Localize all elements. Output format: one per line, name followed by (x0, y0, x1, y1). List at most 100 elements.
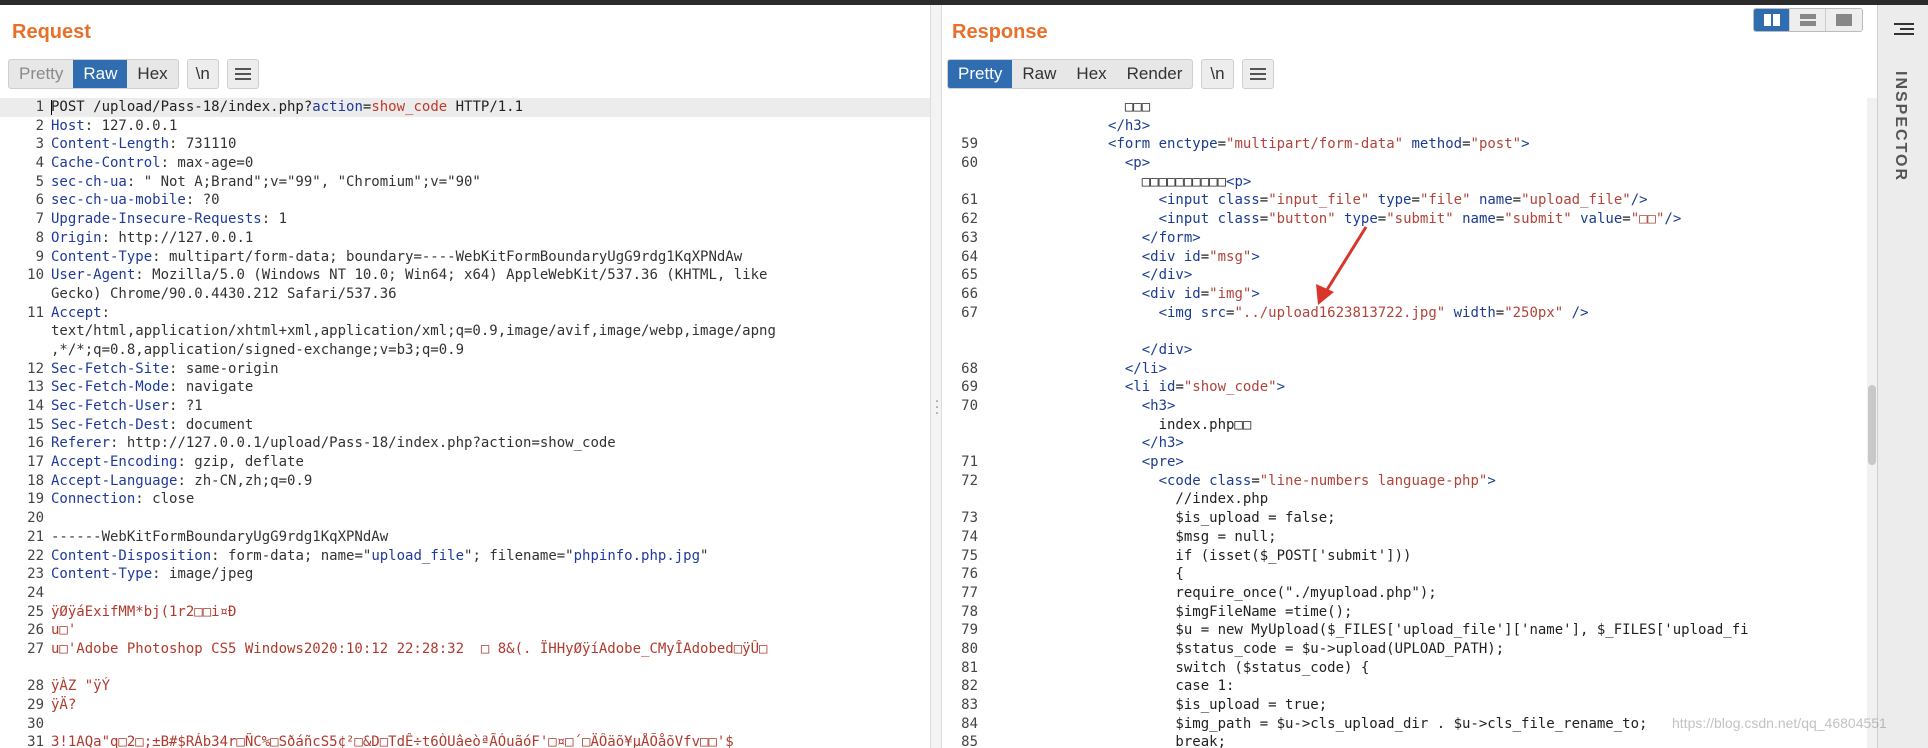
code-line[interactable]: 5 sec-ch-ua: " Not A;Brand";v="99", "Chro… (0, 173, 930, 192)
layout-split-horizontal-button[interactable] (1754, 9, 1790, 31)
code-line[interactable]: 74 $msg = null; (942, 528, 1877, 547)
code-line[interactable]: 11 Accept: (0, 304, 930, 323)
scrollbar-thumb[interactable] (1868, 385, 1876, 465)
code-line[interactable] (942, 322, 1877, 341)
tab-pretty[interactable]: Pretty (948, 60, 1013, 88)
tab-hex[interactable]: Hex (127, 60, 177, 88)
code-line[interactable]: </h3> (942, 434, 1877, 453)
code-line[interactable]: 83 $is_upload = true; (942, 696, 1877, 715)
code-line[interactable]: 9 Content-Type: multipart/form-data; boun… (0, 248, 930, 267)
response-editor[interactable]: □□□ </h3> 59 <form enctype="multipart/for… (942, 98, 1877, 748)
code-line[interactable]: 27 u□'Adobe Photoshop CS5 Windows2020:10:… (0, 640, 930, 659)
code-line[interactable]: 62 <input class="button" type="submit" n… (942, 210, 1877, 229)
code-line[interactable]: 28 ÿÀZ "ÿÝ (0, 677, 930, 696)
code-line[interactable]: 75 if (isset($_POST['submit'])) (942, 547, 1877, 566)
code-line[interactable]: 79 $u = new MyUpload($_FILES['upload_fil… (942, 621, 1877, 640)
tab-hex[interactable]: Hex (1066, 60, 1116, 88)
code-line[interactable]: 12 Sec-Fetch-Site: same-origin (0, 360, 930, 379)
code-line[interactable]: 61 <input class="input_file" type="file"… (942, 191, 1877, 210)
code-line[interactable]: 63 </form> (942, 229, 1877, 248)
code-line[interactable]: 24 (0, 584, 930, 603)
code-line[interactable]: text/html,application/xhtml+xml,applicat… (0, 322, 930, 341)
code-line[interactable]: 65 </div> (942, 266, 1877, 285)
response-scrollbar[interactable] (1867, 98, 1877, 748)
inspector-collapse-icon[interactable] (1890, 23, 1914, 41)
layout-split-vertical-button[interactable] (1790, 9, 1826, 31)
code-line[interactable]: 82 case 1: (942, 677, 1877, 696)
code-line[interactable]: 30 (0, 715, 930, 734)
pane-divider[interactable]: · · · (930, 5, 942, 748)
code-line[interactable]: 16 Referer: http://127.0.0.1/upload/Pass-… (0, 434, 930, 453)
drag-handle-icon[interactable]: · · · (934, 395, 940, 421)
line-content: <img src = "../upload1623813722.jpg" width… (990, 304, 1877, 323)
code-line[interactable]: 66 <div id="img"> (942, 285, 1877, 304)
code-line[interactable]: 67 <img src = "../upload1623813722.jpg" wi… (942, 304, 1877, 323)
line-number: 65 (961, 267, 978, 284)
code-line[interactable]: 29 ÿÄ? (0, 696, 930, 715)
layout-single-button[interactable] (1826, 9, 1862, 31)
code-token: : (101, 304, 111, 321)
code-line[interactable]: 22 Content-Disposition: form-data; name="… (0, 547, 930, 566)
code-line[interactable] (0, 659, 930, 678)
code-line[interactable]: 69 <li id="show_code"> (942, 378, 1877, 397)
line-content: </h3> (990, 117, 1877, 136)
inspector-label[interactable]: INSPECTOR (1891, 71, 1909, 182)
code-line[interactable]: 31 3!1AQa"q□2□;±B#$RÁb34r□ÑC%□SðáñcS5¢²□&… (0, 733, 930, 748)
code-line[interactable]: 59 <form enctype="multipart/form-data" m… (942, 135, 1877, 154)
code-line[interactable]: 70 <h3> (942, 397, 1877, 416)
code-line[interactable]: </div> (942, 341, 1877, 360)
newline-toggle-button[interactable]: \n (186, 59, 219, 89)
request-editor[interactable]: 1 POST /upload/Pass-18/index.php?action=s… (0, 98, 930, 748)
code-line[interactable]: 71 <pre> (942, 453, 1877, 472)
code-line[interactable]: 60 <p> (942, 154, 1877, 173)
code-line[interactable]: </h3> (942, 117, 1877, 136)
code-line[interactable]: 1 POST /upload/Pass-18/index.php?action=s… (0, 98, 930, 117)
code-line[interactable]: 2 Host: 127.0.0.1 (0, 117, 930, 136)
code-line[interactable]: 19 Connection: close (0, 490, 930, 509)
code-line[interactable]: 6 sec-ch-ua-mobile: ?0 (0, 191, 930, 210)
code-line[interactable]: 21 ------WebKitFormBoundaryUgG9rdg1KqXPNd… (0, 528, 930, 547)
line-number: 17 (27, 454, 44, 471)
code-line[interactable]: 8 Origin: http://127.0.0.1 (0, 229, 930, 248)
code-token: = (1251, 472, 1260, 489)
code-line[interactable]: 17 Accept-Encoding: gzip, deflate (0, 453, 930, 472)
code-line[interactable]: 13 Sec-Fetch-Mode: navigate (0, 378, 930, 397)
code-line[interactable]: 7 Upgrade-Insecure-Requests: 1 (0, 210, 930, 229)
code-line[interactable]: 73 $is_upload = false; (942, 509, 1877, 528)
tab-raw[interactable]: Raw (73, 60, 128, 88)
code-line[interactable]: 15 Sec-Fetch-Dest: document (0, 416, 930, 435)
code-line[interactable]: //index.php (942, 490, 1877, 509)
newline-toggle-button[interactable]: \n (1201, 59, 1234, 89)
code-token: : ?1 (169, 398, 203, 414)
code-line[interactable]: 85 break; (942, 733, 1877, 748)
code-line[interactable]: □□□ (942, 98, 1877, 117)
code-line[interactable]: 3 Content-Length: 731110 (0, 135, 930, 154)
tab-raw[interactable]: Raw (1012, 60, 1066, 88)
code-line[interactable]: 78 $imgFileName =time(); (942, 603, 1877, 622)
response-menu-button[interactable] (1241, 59, 1274, 89)
code-line[interactable]: index.php□□ (942, 416, 1877, 435)
code-line[interactable]: 72 <code class="line-numbers language-ph… (942, 472, 1877, 491)
code-line[interactable]: 76 { (942, 565, 1877, 584)
tab-render[interactable]: Render (1117, 60, 1193, 88)
code-line[interactable]: Gecko) Chrome/90.0.4430.212 Safari/537.3… (0, 285, 930, 304)
code-line[interactable]: 81 switch ($status_code) { (942, 659, 1877, 678)
code-line[interactable]: 23 Content-Type: image/jpeg (0, 565, 930, 584)
code-line[interactable]: 64 <div id="msg"> (942, 248, 1877, 267)
code-line[interactable]: 25 ÿØÿáExifMM*bj(1r2□□i¤Ð (0, 603, 930, 622)
code-line[interactable]: 26 u□' (0, 621, 930, 640)
code-line[interactable]: 4 Cache-Control: max-age=0 (0, 154, 930, 173)
code-line[interactable]: 18 Accept-Language: zh-CN,zh;q=0.9 (0, 472, 930, 491)
code-line[interactable]: ,*/*;q=0.8,application/signed-exchange;v… (0, 341, 930, 360)
code-line[interactable]: 77 require_once("./myupload.php"); (942, 584, 1877, 603)
code-line[interactable]: 14 Sec-Fetch-User: ?1 (0, 397, 930, 416)
request-menu-button[interactable] (226, 59, 259, 89)
code-line[interactable]: 80 $status_code = $u->upload(UPLOAD_PATH… (942, 640, 1877, 659)
tab-pretty[interactable]: Pretty (9, 60, 73, 88)
inspector-sidebar[interactable]: INSPECTOR (1877, 5, 1928, 748)
code-line[interactable]: 68 </li> (942, 360, 1877, 379)
code-line[interactable]: 20 (0, 509, 930, 528)
code-token: $img_path = $u->cls_upload_dir . $u->cls… (990, 715, 1648, 732)
code-line[interactable]: 10 User-Agent: Mozilla/5.0 (Windows NT 10… (0, 266, 930, 285)
code-line[interactable]: □□□□□□□□□□<p> (942, 173, 1877, 192)
